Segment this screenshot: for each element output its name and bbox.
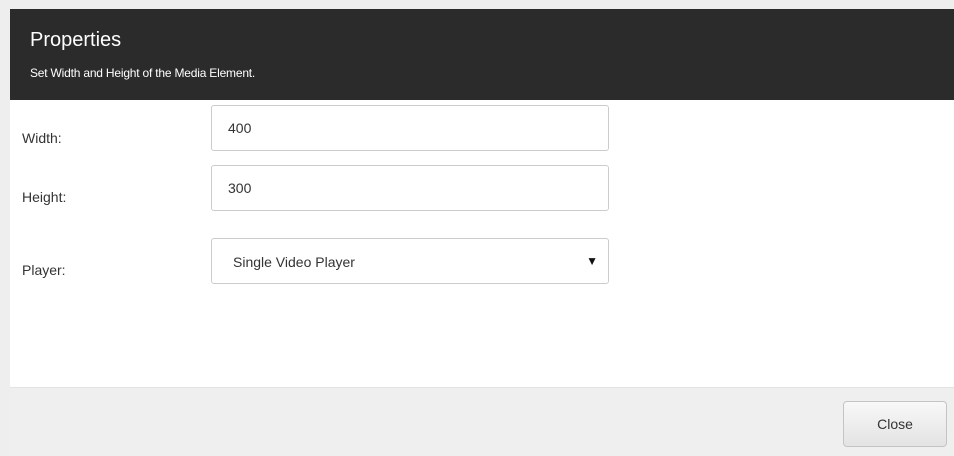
- dialog-title: Properties: [30, 29, 122, 51]
- chevron-down-icon: ▼: [586, 254, 598, 268]
- width-label: Width:: [22, 130, 62, 146]
- height-input[interactable]: [211, 165, 609, 211]
- dialog-header: Properties Set Width and Height of the M…: [10, 9, 954, 100]
- player-select-value: Single Video Player: [233, 254, 355, 270]
- dialog-footer: Close: [10, 387, 954, 456]
- player-label: Player:: [22, 262, 66, 278]
- player-select[interactable]: Single Video Player ▼: [211, 238, 609, 284]
- dialog-body: Width: Height: Player: Single Video Play…: [10, 100, 954, 387]
- height-label: Height:: [22, 189, 67, 205]
- dialog-subtitle: Set Width and Height of the Media Elemen…: [30, 66, 256, 80]
- width-input[interactable]: [211, 105, 609, 151]
- close-button[interactable]: Close: [843, 401, 947, 447]
- properties-dialog: Properties Set Width and Height of the M…: [10, 9, 954, 456]
